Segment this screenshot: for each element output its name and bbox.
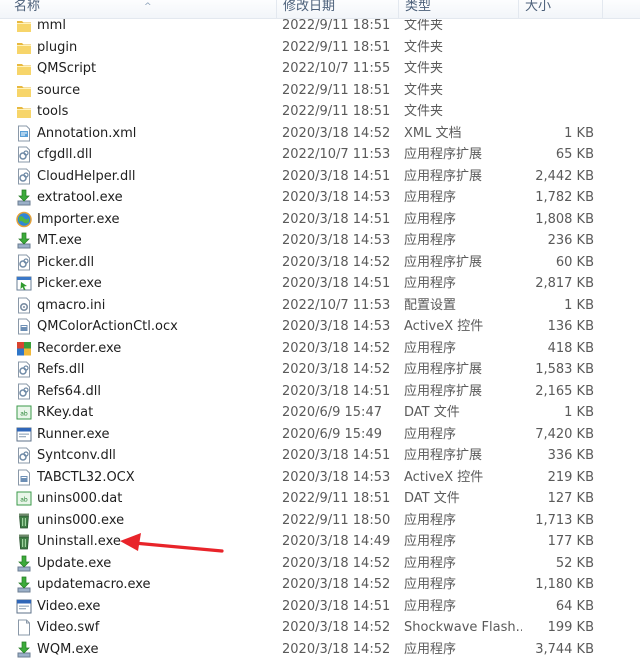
arrow-head bbox=[120, 533, 141, 551]
arrow-shaft bbox=[134, 543, 222, 551]
red-arrow-annotation bbox=[0, 0, 640, 650]
